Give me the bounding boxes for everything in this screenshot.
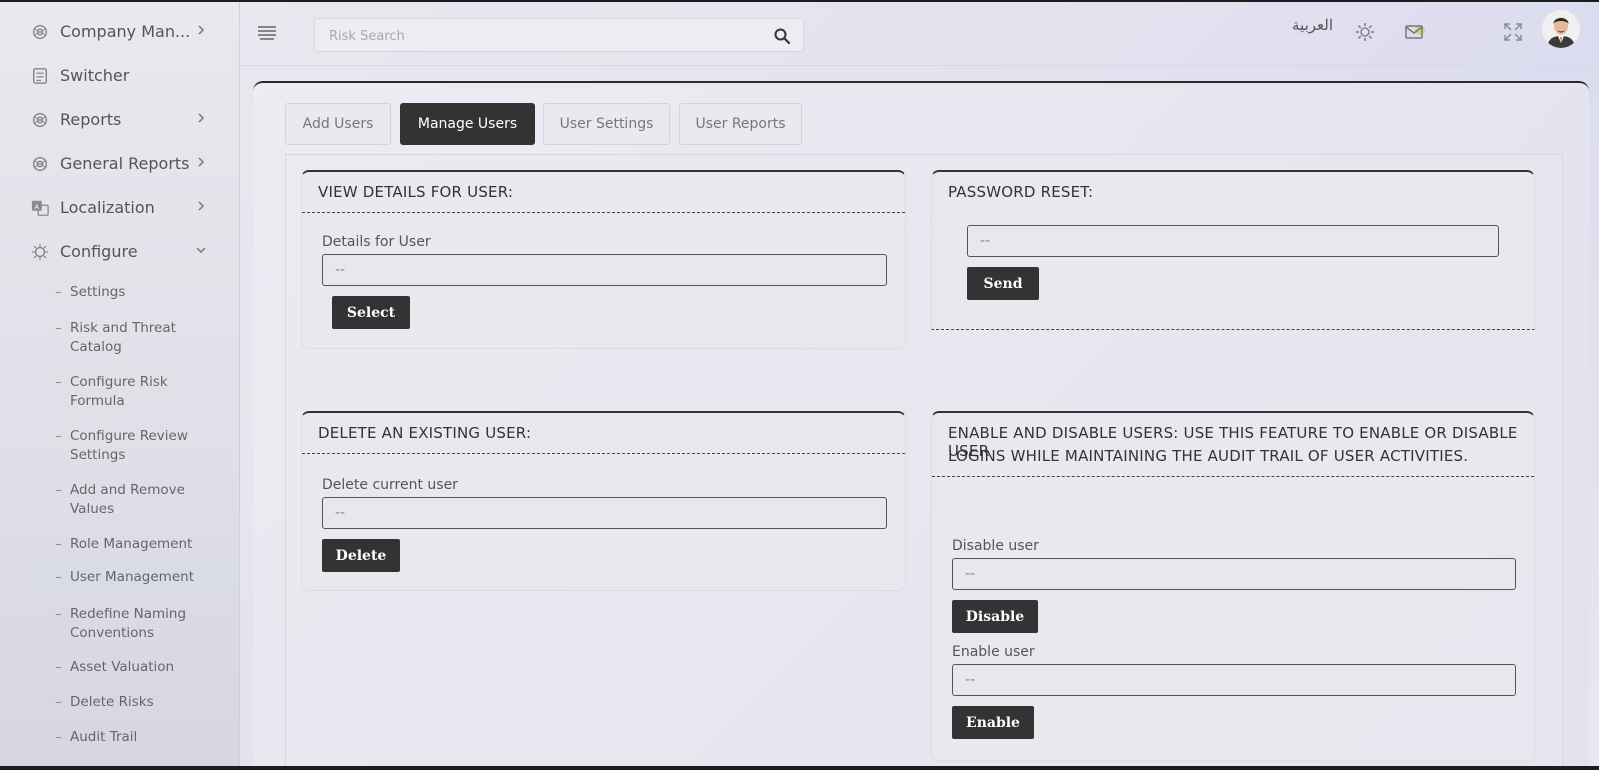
gear-icon xyxy=(31,243,49,261)
sidebar-subitem-label: Audit Trail xyxy=(70,729,138,745)
search-icon[interactable] xyxy=(773,27,791,45)
sidebar-subitem-label: Risk and Threat Catalog xyxy=(70,320,176,355)
sidebar-subitem-settings[interactable]: – Settings xyxy=(35,283,230,305)
sidebar-item-company-management[interactable]: Company Man... xyxy=(0,14,240,50)
tab-user-settings[interactable]: User Settings xyxy=(543,103,670,145)
fullscreen-icon[interactable] xyxy=(1502,21,1524,43)
section-title-line2: LOGINS WHILE MAINTAINING THE AUDIT TRAIL… xyxy=(948,447,1469,465)
sidebar-subitem-asset-valuation[interactable]: – Asset Valuation xyxy=(35,658,230,680)
sidebar-subitem-label: Configure Risk Formula xyxy=(70,374,168,409)
sidebar-subitem-audit-trail[interactable]: – Audit Trail xyxy=(35,728,230,750)
field-label: Details for User xyxy=(322,234,431,250)
chevron-right-icon xyxy=(198,201,205,211)
section-title: DELETE AN EXISTING USER: xyxy=(318,424,532,442)
section-title: PASSWORD RESET: xyxy=(948,183,1094,201)
sidebar-subitem-user-management[interactable]: – User Management xyxy=(35,560,230,594)
password-reset-user-select[interactable]: -- xyxy=(967,225,1499,257)
sidebar-subitem-label: Redefine Naming Conventions xyxy=(70,606,187,641)
sidebar-subitem-label: User Management xyxy=(70,569,194,585)
search-box xyxy=(314,18,804,52)
disable-user-select[interactable]: -- xyxy=(952,558,1516,590)
tab-add-users[interactable]: Add Users xyxy=(285,103,391,145)
settings-icon[interactable] xyxy=(1354,21,1376,43)
sidebar-item-label: Switcher xyxy=(60,66,130,85)
field-label: Disable user xyxy=(952,538,1039,554)
menu-icon[interactable] xyxy=(258,26,276,40)
svg-text:A: A xyxy=(35,204,40,211)
sidebar-item-localization[interactable]: A Localization xyxy=(0,190,240,226)
dash: – xyxy=(55,320,62,336)
field-label: Enable user xyxy=(952,644,1035,660)
sidebar-item-switcher[interactable]: Switcher xyxy=(0,58,240,94)
dash: – xyxy=(55,694,62,710)
field-label: Delete current user xyxy=(322,477,458,493)
translate-icon: A xyxy=(31,200,49,216)
delete-button[interactable]: Delete xyxy=(322,539,400,572)
sidebar-subitem-label: Asset Valuation xyxy=(70,659,175,675)
chevron-right-icon xyxy=(198,113,205,123)
dash: – xyxy=(55,482,62,498)
view-details-section: VIEW DETAILS FOR USER: Details for User … xyxy=(301,170,906,349)
sidebar-subitem-label: Settings xyxy=(70,284,126,300)
tab-manage-users[interactable]: Manage Users xyxy=(400,103,535,145)
sidebar-subitem-role-management[interactable]: – Role Management xyxy=(35,535,230,557)
tab-user-reports[interactable]: User Reports xyxy=(679,103,802,145)
sidebar-item-reports[interactable]: Reports xyxy=(0,102,240,138)
sidebar-subitem-label: Role Management xyxy=(70,536,193,552)
avatar[interactable] xyxy=(1542,10,1580,48)
sidebar-subitem-label: Delete Risks xyxy=(70,694,154,710)
delete-user-section: DELETE AN EXISTING USER: Delete current … xyxy=(301,411,906,591)
chevron-down-icon xyxy=(196,247,206,254)
sidebar-item-label: Reports xyxy=(60,110,122,129)
search-input[interactable] xyxy=(329,26,749,46)
switcher-icon xyxy=(32,68,48,84)
sidebar-item-configure[interactable]: Configure xyxy=(0,234,240,270)
sidebar-subitem-redefine-naming-conventions[interactable]: – Redefine Naming Conventions xyxy=(35,605,230,645)
select-button[interactable]: Select xyxy=(332,296,410,329)
details-user-select[interactable]: -- xyxy=(322,254,887,286)
gear-cog-icon xyxy=(32,24,48,40)
section-divider xyxy=(302,453,905,454)
mail-icon[interactable] xyxy=(1404,21,1426,43)
dash: – xyxy=(55,569,62,585)
sidebar-item-label: General Reports xyxy=(60,154,190,173)
sidebar-subitem-risk-threat-catalog[interactable]: – Risk and Threat Catalog xyxy=(35,319,230,359)
avatar-image xyxy=(1542,10,1580,48)
password-reset-section: PASSWORD RESET: -- Send xyxy=(931,170,1535,330)
sidebar-subitem-configure-review-settings[interactable]: – Configure Review Settings xyxy=(35,427,230,467)
dash: – xyxy=(55,606,62,622)
app-frame: Company Man... Switcher Reports General … xyxy=(0,2,1599,766)
dash: – xyxy=(55,729,62,745)
dash: – xyxy=(55,374,62,390)
dash: – xyxy=(55,536,62,552)
gear-cog-icon xyxy=(32,112,48,128)
section-title: VIEW DETAILS FOR USER: xyxy=(318,183,514,201)
sidebar-subitem-label: Add and Remove Values xyxy=(70,482,185,517)
enable-disable-section: ENABLE AND DISABLE USERS: USE THIS FEATU… xyxy=(931,411,1535,761)
sidebar-item-label: Company Man... xyxy=(60,22,191,41)
delete-user-select[interactable]: -- xyxy=(322,497,887,529)
sidebar: Company Man... Switcher Reports General … xyxy=(0,2,240,766)
section-divider xyxy=(302,212,905,213)
send-button[interactable]: Send xyxy=(967,267,1039,300)
section-divider xyxy=(932,476,1534,477)
topbar: العربية xyxy=(240,2,1599,66)
sidebar-subitem-add-remove-values[interactable]: – Add and Remove Values xyxy=(35,481,230,521)
sidebar-item-general-reports[interactable]: General Reports xyxy=(0,146,240,182)
disable-button[interactable]: Disable xyxy=(952,600,1038,633)
language-switch[interactable]: العربية xyxy=(1292,16,1333,34)
enable-button[interactable]: Enable xyxy=(952,706,1034,739)
sidebar-item-label: Localization xyxy=(60,198,155,217)
sidebar-subitem-label: Configure Review Settings xyxy=(70,428,188,463)
sidebar-subitem-configure-risk-formula[interactable]: – Configure Risk Formula xyxy=(35,373,230,413)
sidebar-subitem-delete-risks[interactable]: – Delete Risks xyxy=(35,693,230,715)
sidebar-item-label: Configure xyxy=(60,242,138,261)
chevron-right-icon xyxy=(198,25,205,35)
chevron-right-icon xyxy=(198,157,205,167)
gear-cog-icon xyxy=(32,156,48,172)
dash: – xyxy=(55,284,62,300)
dash: – xyxy=(55,659,62,675)
dash: – xyxy=(55,428,62,444)
enable-user-select[interactable]: -- xyxy=(952,664,1516,696)
